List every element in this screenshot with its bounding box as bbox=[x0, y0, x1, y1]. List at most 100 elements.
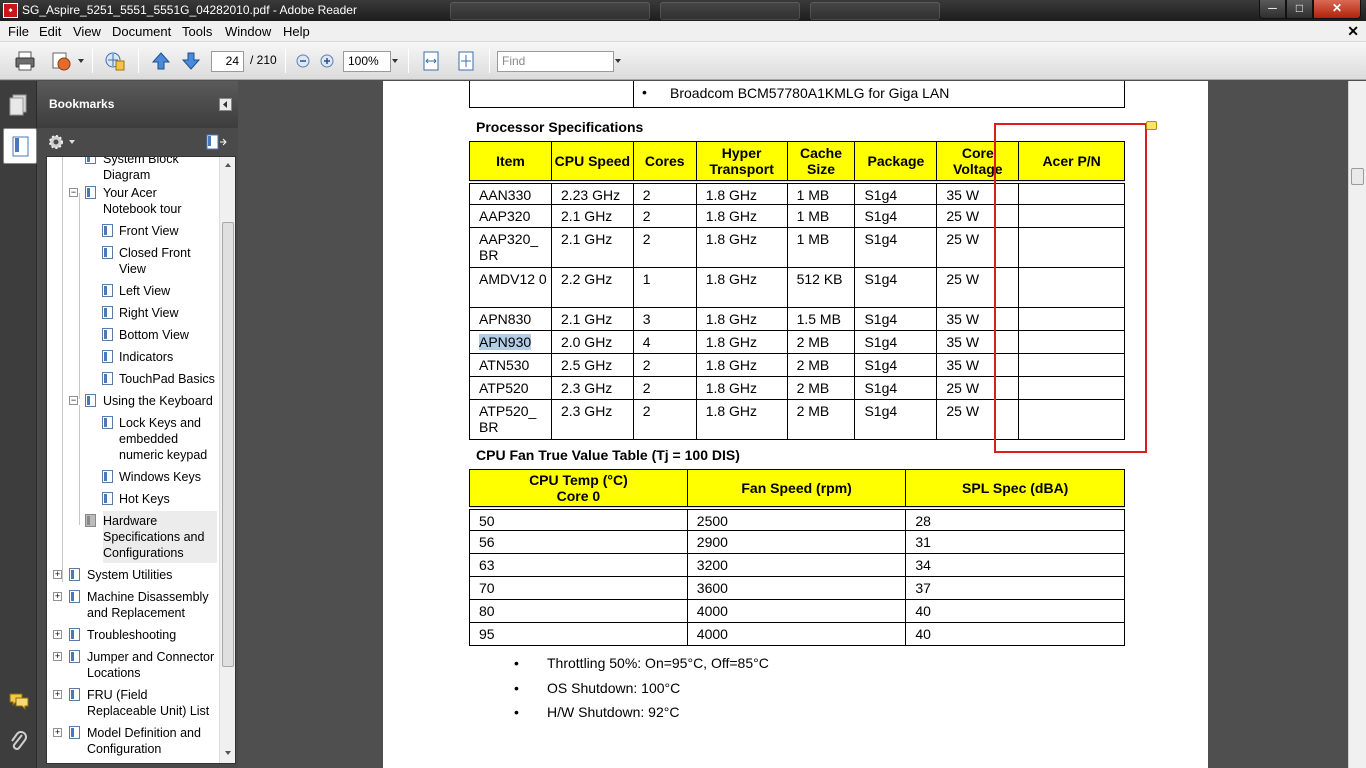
cell-cache-size: 1 MB bbox=[786, 227, 856, 268]
menu-edit[interactable]: Edit bbox=[39, 24, 61, 39]
fit-width-icon[interactable] bbox=[420, 50, 442, 72]
cell-fan-speed: 3200 bbox=[686, 553, 907, 577]
scroll-up-icon[interactable] bbox=[225, 163, 231, 167]
zoom-input[interactable]: 100% bbox=[343, 51, 391, 72]
minimize-button[interactable]: ─ bbox=[1259, 0, 1286, 19]
bookmarks-panel-button[interactable] bbox=[3, 128, 37, 164]
comment-note-icon[interactable] bbox=[1146, 121, 1157, 130]
cell-cpu-speed: 2.5 GHz bbox=[550, 353, 634, 377]
cell-hyper-transport: 1.8 GHz bbox=[695, 353, 788, 377]
expand-icon[interactable]: + bbox=[53, 652, 62, 661]
bullet: • bbox=[514, 680, 519, 696]
previous-page-icon[interactable] bbox=[150, 50, 172, 72]
expand-icon[interactable]: + bbox=[53, 728, 62, 737]
options-dropdown-icon[interactable] bbox=[69, 140, 75, 144]
background-tab bbox=[660, 2, 800, 20]
title-bar: ⬩ SG_Aspire_5251_5551_5551G_04282010.pdf… bbox=[0, 0, 1366, 21]
expand-icon[interactable]: + bbox=[53, 630, 62, 639]
bookmark-page-icon bbox=[102, 416, 113, 429]
header-spl-spec: SPL Spec (dBA) bbox=[905, 469, 1125, 508]
new-bookmark-icon[interactable] bbox=[205, 133, 227, 151]
cell-package: S1g4 bbox=[854, 204, 938, 228]
cell-cache-size: 512 KB bbox=[786, 267, 856, 308]
next-page-icon[interactable] bbox=[180, 50, 202, 72]
bookmarks-header: Bookmarks bbox=[37, 81, 238, 128]
expand-icon[interactable]: + bbox=[53, 570, 62, 579]
menu-window[interactable]: Window bbox=[225, 24, 271, 39]
tree-guide bbox=[79, 405, 80, 525]
cell-cache-size: 2 MB bbox=[786, 376, 856, 400]
header-item: Item bbox=[469, 141, 552, 182]
bookmark-page-icon bbox=[69, 568, 80, 581]
cell-item: AAP320_ BR bbox=[469, 227, 552, 268]
fit-page-icon[interactable] bbox=[455, 50, 477, 72]
network-spec-text: Broadcom BCM57780A1KMLG for Giga LAN bbox=[670, 85, 950, 101]
bookmark-page-icon bbox=[102, 492, 113, 505]
toolbar-separator bbox=[285, 49, 286, 73]
fan-header-row: CPU Temp (°C) Core 0 Fan Speed (rpm) SPL… bbox=[469, 469, 1125, 508]
cell-cpu-speed: 2.3 GHz bbox=[550, 376, 634, 400]
collapse-icon[interactable]: − bbox=[69, 188, 78, 197]
menu-file[interactable]: File bbox=[8, 24, 29, 39]
cell-item: ATP520 bbox=[469, 376, 552, 400]
expand-icon[interactable]: + bbox=[53, 592, 62, 601]
annotation-rectangle[interactable] bbox=[994, 123, 1147, 453]
find-dropdown-icon[interactable] bbox=[615, 59, 621, 63]
cell-cache-size: 2 MB bbox=[786, 353, 856, 377]
bookmark-page-icon bbox=[102, 470, 113, 483]
cell-cpu-temp: 80 bbox=[469, 599, 688, 623]
note-os-shutdown: OS Shutdown: 100°C bbox=[547, 680, 681, 696]
print-icon[interactable] bbox=[14, 50, 36, 72]
bookmarks-scrollbar[interactable] bbox=[219, 157, 235, 763]
close-button[interactable]: ✕ bbox=[1313, 0, 1361, 19]
cell-cores: 2 bbox=[632, 353, 697, 377]
header-cores: Cores bbox=[632, 141, 697, 182]
gear-icon[interactable] bbox=[47, 133, 65, 151]
cell-fan-speed: 4000 bbox=[686, 599, 907, 623]
cell-fan-speed: 4000 bbox=[686, 622, 907, 646]
cell-item: AAN330 bbox=[469, 179, 552, 205]
pages-panel-button[interactable] bbox=[4, 87, 34, 123]
cell-hyper-transport: 1.8 GHz bbox=[695, 204, 788, 228]
document-scroll-thumb[interactable] bbox=[1351, 168, 1364, 185]
zoom-out-icon[interactable] bbox=[293, 50, 315, 72]
menu-document[interactable]: Document bbox=[112, 24, 171, 39]
cell-cpu-temp: 70 bbox=[469, 576, 688, 600]
page-number-input[interactable]: 24 bbox=[211, 51, 244, 72]
cell-cpu-speed: 2.23 GHz bbox=[550, 179, 634, 205]
cell-package: S1g4 bbox=[854, 353, 938, 377]
document-scrollbar[interactable] bbox=[1348, 81, 1366, 768]
zoom-in-icon[interactable] bbox=[317, 50, 339, 72]
document-viewport[interactable]: • Broadcom BCM57780A1KMLG for Giga LAN P… bbox=[244, 81, 1348, 768]
menu-tools[interactable]: Tools bbox=[182, 24, 212, 39]
bookmark-page-icon bbox=[85, 514, 96, 527]
comments-icon[interactable] bbox=[8, 691, 30, 711]
cell-package: S1g4 bbox=[854, 376, 938, 400]
share-icon[interactable] bbox=[50, 50, 72, 72]
collapse-icon[interactable]: − bbox=[69, 396, 78, 405]
scroll-down-icon[interactable] bbox=[225, 751, 231, 755]
find-input[interactable]: Find bbox=[497, 51, 614, 72]
expand-icon[interactable]: + bbox=[53, 690, 62, 699]
maximize-button[interactable]: □ bbox=[1286, 0, 1313, 19]
close-document-icon[interactable]: ✕ bbox=[1347, 23, 1359, 40]
menu-help[interactable]: Help bbox=[283, 24, 310, 39]
bookmarks-options-bar bbox=[37, 128, 238, 156]
network-spec-row: • Broadcom BCM57780A1KMLG for Giga LAN bbox=[469, 81, 1125, 108]
cell-cpu-speed: 2.2 GHz bbox=[550, 267, 634, 308]
zoom-dropdown-icon[interactable] bbox=[392, 59, 398, 63]
menu-view[interactable]: View bbox=[73, 24, 101, 39]
cell-cores: 2 bbox=[632, 179, 697, 205]
bookmark-page-icon bbox=[69, 726, 80, 739]
bookmark-page-icon bbox=[102, 284, 113, 297]
create-pdf-icon[interactable] bbox=[104, 50, 126, 72]
attachments-icon[interactable] bbox=[9, 731, 29, 755]
bookmarks-scroll-thumb[interactable] bbox=[222, 222, 234, 667]
share-dropdown-icon[interactable] bbox=[78, 59, 84, 63]
page-total: / 210 bbox=[250, 53, 277, 67]
bookmark-page-icon bbox=[102, 372, 113, 385]
cell-spl-spec: 40 bbox=[905, 622, 1125, 646]
tree-guide bbox=[79, 193, 80, 399]
collapse-panel-button[interactable] bbox=[219, 98, 232, 111]
cell-package: S1g4 bbox=[854, 307, 938, 331]
